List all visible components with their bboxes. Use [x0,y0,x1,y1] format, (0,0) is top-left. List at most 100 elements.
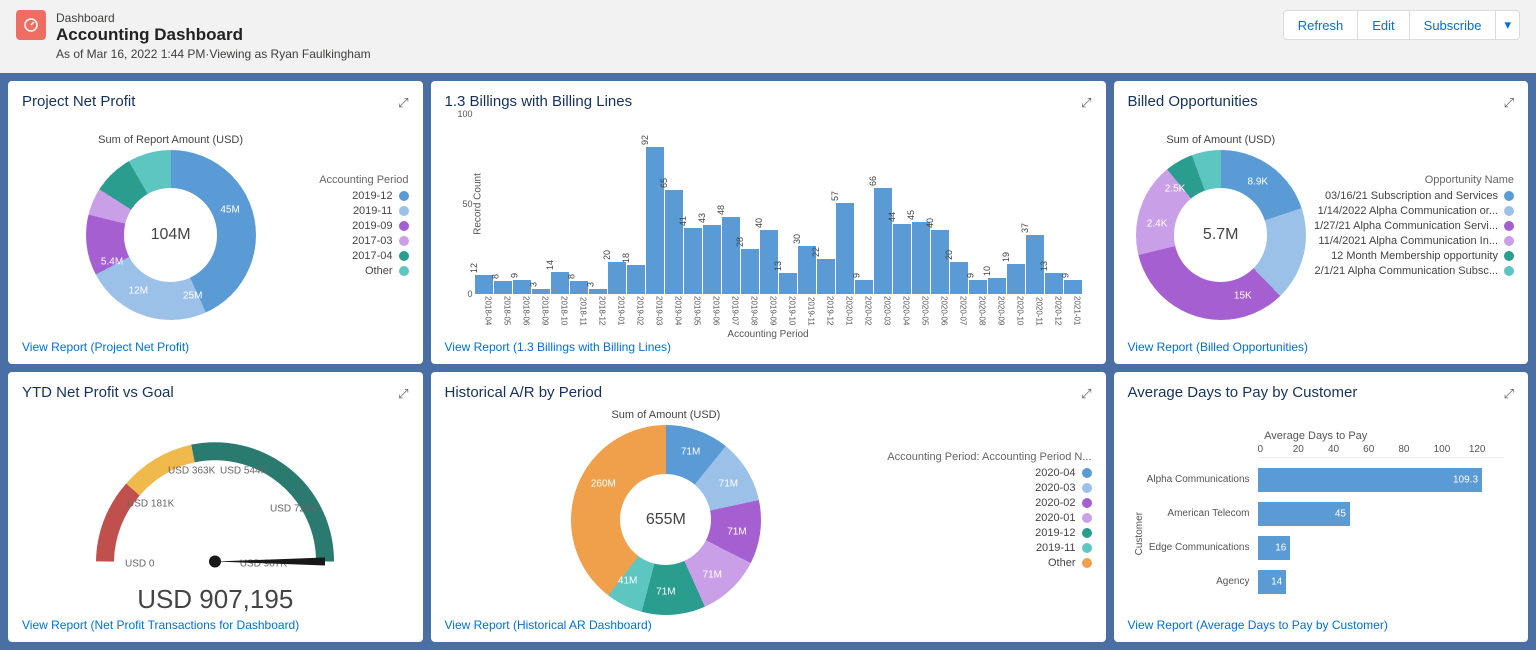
gauge-chart: USD 0 USD 181K USD 363K USD 544K USD 726… [65,409,365,584]
bar: 20 [950,262,968,294]
legend-item: 2020-02 [887,497,1091,509]
svg-text:USD 181K: USD 181K [127,498,175,509]
chart-caption: Sum of Amount (USD) [445,409,888,421]
view-report-link[interactable]: View Report (Billed Opportunities) [1128,340,1515,354]
legend-item: 1/27/21 Alpha Communication Servi... [1314,220,1514,232]
expand-icon[interactable]: ⤢ [1504,95,1514,111]
x-tick: 2019-03 [646,296,664,325]
legend-swatch [1082,543,1092,553]
card-avg-days-to-pay: ⤢ Average Days to Pay by Customer Custom… [1114,372,1529,642]
subscribe-button[interactable]: Subscribe [1409,10,1497,40]
legend-swatch [1504,251,1514,261]
legend-item: 12 Month Membership opportunity [1314,250,1514,262]
bar: 41 [684,228,702,294]
card-title: YTD Net Profit vs Goal [22,384,409,401]
x-tick-labels: 2018-042018-052018-062018-092018-102018-… [445,294,1092,325]
svg-text:USD 363K: USD 363K [168,465,216,476]
hbar-label: Alpha Communications [1128,474,1258,485]
hbar: 14 [1258,570,1287,594]
legend-item: 2020-01 [887,512,1091,524]
donut-center-value: 655M [620,474,711,565]
x-tick: 2019-12 [817,296,835,325]
x-tick: 2019-02 [627,296,645,325]
slice-label: 71M [681,447,700,458]
bar: 65 [665,190,683,294]
refresh-button[interactable]: Refresh [1283,10,1359,40]
bar: 28 [741,249,759,294]
legend-swatch [399,191,409,201]
bar: 20 [608,262,626,294]
donut-chart: 655M 71M71M71M71M71M41M260M [571,425,761,615]
slice-label: 71M [719,478,738,489]
donut-chart: 104M 45M25M12M5.4M [86,150,256,320]
view-report-link[interactable]: View Report (Net Profit Transactions for… [22,618,409,632]
more-actions-button[interactable]: ▾ [1495,10,1520,40]
x-tick: 2020-10 [1007,296,1025,325]
x-tick: 2020-09 [988,296,1006,325]
bar: 10 [988,278,1006,294]
view-report-link[interactable]: View Report (Average Days to Pay by Cust… [1128,618,1515,632]
svg-text:USD 726K: USD 726K [270,503,318,514]
bar: 18 [627,265,645,294]
x-tick: 2019-07 [722,296,740,325]
chart-caption: Sum of Report Amount (USD) [22,134,319,146]
donut-chart: 5.7M 8.9K15K2.4K2.5K [1136,150,1306,320]
legend-swatch [1504,221,1514,231]
card-billings: ⤢ 1.3 Billings with Billing Lines Record… [431,81,1106,364]
hbar-label: Edge Communications [1128,542,1258,553]
x-tick: 2018-11 [570,296,588,325]
slice-label: 2.4K [1147,218,1168,229]
slice-label: 2.5K [1165,184,1186,195]
expand-icon[interactable]: ⤢ [398,386,408,402]
page-meta: As of Mar 16, 2022 1:44 PM·Viewing as Ry… [56,47,371,61]
hbar-row: Alpha Communications109.3 [1128,468,1505,492]
slice-label: 8.9K [1247,177,1268,188]
dashboard-grid: ⤢ Project Net Profit Sum of Report Amoun… [0,73,1536,650]
x-tick-labels: 020406080100120 [1258,444,1505,458]
legend-item: 03/16/21 Subscription and Services [1314,190,1514,202]
view-report-link[interactable]: View Report (Historical AR Dashboard) [445,618,1092,632]
legend-item: 2020-03 [887,482,1091,494]
legend-swatch [1082,528,1092,538]
y-axis-label: Customer [1134,512,1145,555]
bar: 9 [969,280,987,294]
view-report-link[interactable]: View Report (1.3 Billings with Billing L… [445,340,1092,354]
legend-swatch [1504,236,1514,246]
bar: 3 [532,289,550,294]
legend-item: 2019-12 [319,190,408,202]
x-tick: 2018-04 [475,296,493,325]
view-report-link[interactable]: View Report (Project Net Profit) [22,340,409,354]
legend-item: 11/4/2021 Alpha Communication In... [1314,235,1514,247]
expand-icon[interactable]: ⤢ [1504,386,1514,402]
x-tick: 2019-05 [684,296,702,325]
card-title: Project Net Profit [22,93,409,110]
hbar: 109.3 [1258,468,1483,492]
bar: 44 [893,224,911,294]
dashboard-app-icon [16,10,46,40]
x-tick: 2018-05 [494,296,512,325]
expand-icon[interactable]: ⤢ [398,95,408,111]
expand-icon[interactable]: ⤢ [1081,386,1091,402]
donut-center-value: 104M [124,188,218,282]
bar: 43 [703,225,721,294]
edit-button[interactable]: Edit [1357,10,1409,40]
slice-label: 5.4M [101,257,123,268]
bar: 40 [931,230,949,294]
x-tick: 2020-11 [1026,296,1044,325]
card-title: 1.3 Billings with Billing Lines [445,93,1092,110]
x-tick: 2020-07 [950,296,968,325]
x-tick: 2020-04 [893,296,911,325]
svg-text:USD 0: USD 0 [125,558,155,569]
expand-icon[interactable]: ⤢ [1081,95,1091,111]
breadcrumb: Dashboard [56,11,115,25]
legend-swatch [399,206,409,216]
legend-swatch [1504,191,1514,201]
x-tick: 2018-12 [589,296,607,325]
svg-text:USD 544K: USD 544K [220,465,268,476]
legend-swatch [1504,206,1514,216]
legend-swatch [1504,266,1514,276]
x-tick: 2018-06 [513,296,531,325]
legend-item: 2019-12 [887,527,1091,539]
hbar: 16 [1258,536,1291,560]
legend-swatch [1082,468,1092,478]
